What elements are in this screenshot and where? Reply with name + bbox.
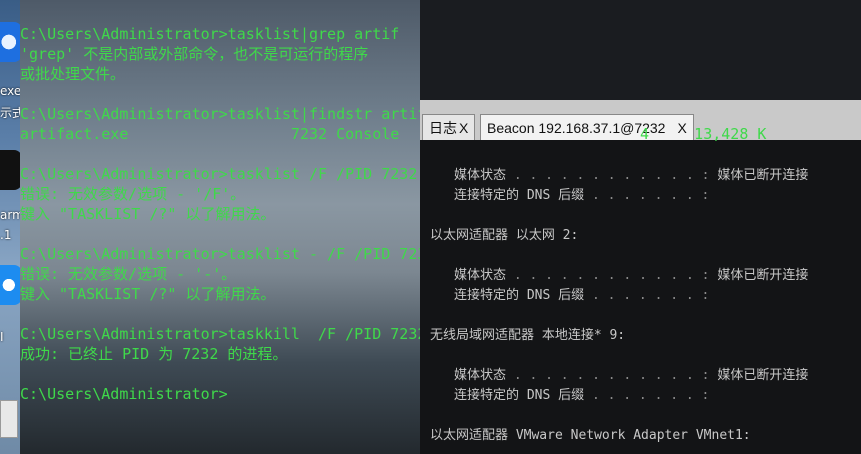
desktop-background: exe 示式 arm .1 I [0,0,24,454]
ipconfig-dots: . . . . . . . . . . . . : [506,168,710,183]
console-line: C:\Users\Administrator>tasklist|findstr … [20,105,420,123]
tab-label: 日志 [429,120,457,136]
ipconfig-value: 媒体已断开连接 [709,368,809,383]
console-line-overflow: 4 13,428 K [640,125,767,143]
console-line: artifact.exe 7232 Console [20,125,400,143]
console-line: C:\Users\Administrator>tasklist /F /PID … [20,165,418,183]
ipconfig-line: 媒体状态 . . . . . . . . . . . . : 媒体已断开连接 [454,166,808,186]
tab-label: Beacon 192.168.37.1@7232 [487,120,666,136]
console-line: C:\Users\Administrator>taskkill /F /PID … [20,325,420,343]
console-line: 错误: 无效参数/选项 - '-'。 [20,265,237,283]
ipconfig-label: 连接特定的 DNS 后缀 [454,188,585,203]
ipconfig-label: 无线局域网适配器 本地连接* 9: [430,328,626,343]
ipconfig-line: 连接特定的 DNS 后缀 . . . . . . . : [454,186,709,206]
console-line: C:\Users\Administrator>tasklist|grep art… [20,25,400,43]
console-line: 错误: 无效参数/选项 - '/F'。 [20,185,246,203]
ipconfig-line: 无线局域网适配器 本地连接* 9: [430,326,625,346]
app-shortcut-icon[interactable] [0,22,22,62]
console-line: C:\Users\Administrator> [20,385,228,403]
console-line: 键入 "TASKLIST /?" 以了解用法。 [20,285,276,303]
lightning-app-icon[interactable] [0,265,22,305]
ipconfig-dots: . . . . . . . : [584,388,710,403]
ipconfig-dots: . . . . . . . : [584,188,710,203]
console-line: 'grep' 不是内部或外部命令，也不是可运行的程序 [20,45,369,63]
console-line: 成功: 已终止 PID 为 7232 的进程。 [20,345,288,363]
ipconfig-label: 媒体状态 [454,368,507,383]
app-shortcut-icon[interactable] [0,150,22,190]
console-line: 或批处理文件。 [20,65,126,83]
ipconfig-label: 连接特定的 DNS 后缀 [454,388,585,403]
console-line: 键入 "TASKLIST /?" 以了解用法。 [20,205,276,223]
tab-log[interactable]: 日志 X [422,114,476,141]
desktop-icon-label: .1 [0,228,12,242]
ipconfig-dots: . . . . . . . : [584,288,710,303]
ipconfig-label: 以太网适配器 以太网 2: [430,228,579,243]
desktop-icon-label: exe [0,84,22,98]
ipconfig-value: 媒体已断开连接 [709,168,809,183]
ipconfig-line: 媒体状态 . . . . . . . . . . . . : 媒体已断开连接 [454,366,808,386]
ipconfig-line: 媒体状态 . . . . . . . . . . . . : 媒体已断开连接 [454,266,808,286]
ipconfig-dots: . . . . . . . . . . . . : [506,368,710,383]
ipconfig-line: 以太网适配器 以太网 2: [430,226,578,246]
ipconfig-dots: . . . . . . . . . . . . : [506,268,710,283]
console-line: C:\Users\Administrator>tasklist - /F /PI… [20,245,420,263]
cmd-window: C:\Users\Administrator>tasklist|grep art… [20,0,420,454]
ipconfig-label: 媒体状态 [454,168,507,183]
ipconfig-line: 连接特定的 DNS 后缀 . . . . . . . : [454,386,709,406]
ipconfig-label: 连接特定的 DNS 后缀 [454,288,585,303]
file-icon[interactable] [0,400,18,438]
ipconfig-line: 以太网适配器 VMware Network Adapter VMnet1: [430,426,751,446]
ipconfig-value: 媒体已断开连接 [709,268,809,283]
close-icon[interactable]: X [459,120,468,136]
desktop-icon-label: I [0,330,4,344]
ipconfig-label: 以太网适配器 VMware Network Adapter VMnet1: [430,428,751,443]
ipconfig-line: 连接特定的 DNS 后缀 . . . . . . . : [454,286,709,306]
ipconfig-label: 媒体状态 [454,268,507,283]
